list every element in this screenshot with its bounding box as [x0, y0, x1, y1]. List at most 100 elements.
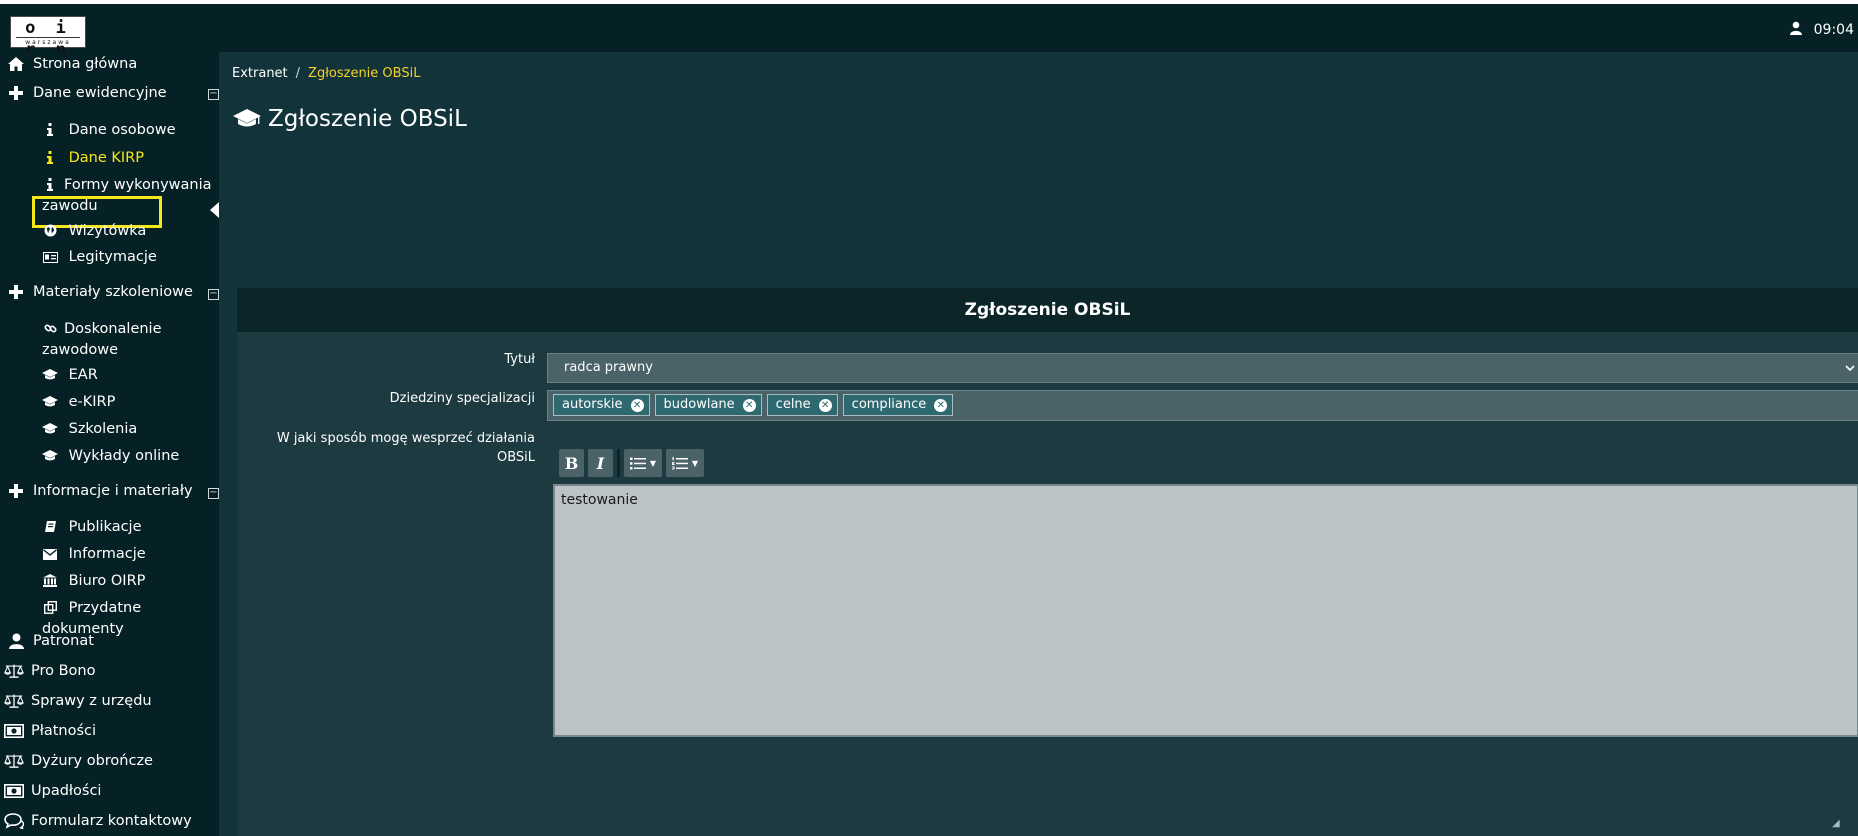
scales-icon [4, 692, 24, 710]
remove-tag-icon[interactable]: ✕ [818, 398, 832, 412]
sidebar-item-dyzury-obroncze[interactable]: Dyżury obrończe [4, 752, 153, 770]
sidebar-subitem-dane-osobowe[interactable]: Dane osobowe [42, 121, 176, 142]
sidebar-subitem-informacje[interactable]: Informacje [42, 545, 146, 566]
bold-button[interactable]: B [559, 449, 584, 477]
money-icon [4, 722, 24, 740]
sidebar-item-label: Informacje i materiały [33, 483, 193, 499]
support-editor-text: testowanie [561, 492, 638, 508]
sidebar-item-label: Formularz kontaktowy [31, 813, 192, 829]
caret-down-icon: ▼ [649, 458, 657, 468]
sidebar-subitem-ear[interactable]: EAR [42, 366, 98, 387]
editor-toolbar: B I ▼ ▼ [559, 449, 704, 477]
numbered-list-button[interactable]: ▼ [666, 449, 704, 477]
breadcrumb: Extranet / Zgłoszenie OBSiL [232, 66, 420, 81]
sidebar-item-upadlosci[interactable]: Upadłości [4, 782, 101, 800]
italic-button[interactable]: I [588, 449, 613, 477]
breadcrumb-separator: / [295, 66, 301, 81]
user-icon [6, 632, 26, 650]
breadcrumb-current: Zgłoszenie OBSiL [308, 66, 421, 81]
sidebar-item-materialy-szkoleniowe[interactable]: Materiały szkoleniowe [6, 283, 193, 301]
sidebar-item-patronat[interactable]: Patronat [6, 632, 94, 650]
resize-handle-icon[interactable]: ◢ [1832, 818, 1840, 829]
id-card-icon [42, 250, 58, 269]
page-title-text: Zgłoszenie OBSiL [268, 106, 467, 132]
specialization-label: Dziedziny specjalizacji [389, 391, 535, 406]
remove-tag-icon[interactable]: ✕ [934, 398, 948, 412]
sidebar-item-pro-bono[interactable]: Pro Bono [4, 662, 96, 680]
sidebar-item-platnosci[interactable]: Płatności [4, 722, 96, 740]
info-icon [42, 151, 58, 170]
sidebar-item-strona-glowna[interactable]: Strona główna [6, 55, 137, 73]
sidebar-subitem-publikacje[interactable]: Publikacje [42, 518, 142, 539]
sidebar-subitem-doskonalenie-zawodowe[interactable]: Doskonalenie zawodowe [42, 320, 214, 360]
sidebar-subitem-e-kirp[interactable]: e-KIRP [42, 393, 115, 414]
chevron-down-icon [1842, 354, 1858, 382]
support-label: W jaki sposób mogę wesprzeć działania OB… [276, 431, 535, 465]
sidebar-item-label: Dyżury obrończe [31, 753, 153, 769]
graduation-cap-icon [42, 449, 58, 468]
sidebar-subitem-wizytowka[interactable]: Wizytówka [42, 222, 146, 243]
user-area[interactable]: 09:04 [1789, 20, 1854, 40]
oirp-logo[interactable]: o i r p warszawa [10, 16, 86, 60]
sidebar-subitem-szkolenia[interactable]: Szkolenia [42, 420, 137, 441]
info-icon [42, 123, 58, 142]
user-icon[interactable] [1789, 21, 1802, 39]
sidebar-item-sprawy-z-urzedu[interactable]: Sprawy z urzędu [4, 692, 152, 710]
breadcrumb-root-link[interactable]: Extranet [232, 66, 288, 81]
globe-icon [42, 224, 58, 243]
comments-icon [4, 812, 24, 830]
clock: 09:04 [1813, 22, 1854, 38]
sidebar-subitem-biuro-oirp[interactable]: Biuro OIRP [42, 572, 145, 593]
top-bar: o i r p warszawa 09:04 [0, 4, 1858, 60]
sidebar-item-label: Materiały szkoleniowe [33, 284, 193, 300]
sidebar-subitem-dane-kirp[interactable]: Dane KIRP [42, 149, 144, 170]
money-icon [4, 782, 24, 800]
copy-icon [42, 600, 58, 620]
sidebar-item-label: Patronat [33, 633, 94, 649]
envelope-icon [42, 547, 58, 566]
sidebar-item-label: Sprawy z urzędu [31, 693, 152, 709]
support-editor[interactable]: testowanie [553, 484, 1858, 737]
home-icon [6, 55, 26, 73]
sidebar-item-informacje-i-materialy[interactable]: Informacje i materiały [6, 482, 193, 500]
sidebar-subitem-legitymacje[interactable]: Legitymacje [42, 248, 157, 269]
link-icon [42, 322, 58, 341]
bullet-list-icon [629, 457, 646, 469]
remove-tag-icon[interactable]: ✕ [630, 398, 644, 412]
specialization-tags-input[interactable]: autorskie ✕ budowlane ✕ celne ✕ compliance ✕ [547, 390, 1858, 421]
sidebar-item-formularz-kontaktowy[interactable]: Formularz kontaktowy [4, 812, 192, 830]
collapse-informacje-icon[interactable]: − [208, 488, 219, 499]
obsil-form-panel: Zgłoszenie OBSiL Tytuł radca prawny Dzie… [237, 288, 1858, 836]
info-icon [42, 178, 58, 197]
logo-subtitle: warszawa [16, 37, 80, 48]
sidebar-item-label: Strona główna [33, 56, 138, 72]
graduation-cap-icon [42, 422, 58, 441]
scales-icon [4, 752, 24, 770]
sidebar-subitem-formy-wykonywania-zawodu[interactable]: Formy wykonywania zawodu [42, 176, 214, 216]
collapse-materialy-icon[interactable]: − [208, 289, 219, 300]
title-label: Tytuł [504, 352, 535, 367]
book-icon [42, 520, 58, 539]
title-select-value: radca prawny [564, 360, 653, 375]
graduation-cap-icon [42, 368, 58, 387]
sidebar-item-label: Dane ewidencyjne [33, 85, 167, 101]
remove-tag-icon[interactable]: ✕ [742, 398, 756, 412]
tag-budowlane: budowlane ✕ [654, 394, 762, 416]
plus-icon [6, 482, 26, 500]
scales-icon [4, 662, 24, 680]
tag-autorskie: autorskie ✕ [553, 394, 650, 416]
plus-icon [6, 84, 26, 102]
collapse-dane-ewidencyjne-icon[interactable]: − [208, 89, 219, 100]
sidebar-item-label: Płatności [31, 723, 97, 739]
graduation-cap-icon [42, 395, 58, 414]
graduation-cap-icon [232, 108, 262, 130]
title-select[interactable]: radca prawny [547, 353, 1858, 383]
tag-compliance: compliance ✕ [842, 394, 954, 416]
sidebar: Strona główna Dane ewidencyjne − Dane os… [0, 52, 219, 836]
sidebar-item-label: Upadłości [31, 783, 102, 799]
sidebar-subitem-wyklady-online[interactable]: Wykłady online [42, 447, 179, 468]
main-content: Extranet / Zgłoszenie OBSiL Zgłoszenie OBS… [219, 52, 1858, 836]
sidebar-item-dane-ewidencyjne[interactable]: Dane ewidencyjne [6, 84, 167, 102]
toolbar-divider [617, 449, 620, 477]
bullet-list-button[interactable]: ▼ [624, 449, 662, 477]
